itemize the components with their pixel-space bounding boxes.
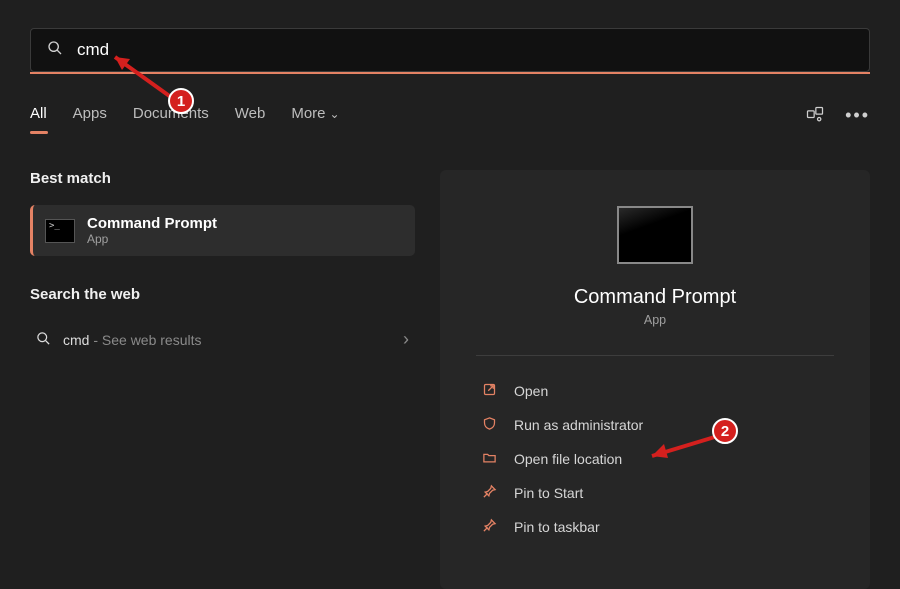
tab-web[interactable]: Web: [235, 105, 266, 130]
action-open[interactable]: Open: [476, 374, 834, 408]
results-column: Best match Command Prompt App Search the…: [30, 170, 415, 358]
top-right-icons: •••: [805, 105, 870, 130]
best-match-title: Command Prompt: [87, 215, 217, 232]
divider: [476, 355, 834, 356]
search-web-heading: Search the web: [30, 286, 415, 303]
tab-all[interactable]: All: [30, 105, 47, 130]
annotation-badge-2: 2: [712, 418, 738, 444]
action-open-label: Open: [514, 383, 548, 399]
web-result-text: cmd - See web results: [63, 332, 202, 348]
detail-subtitle: App: [476, 313, 834, 327]
more-options-icon[interactable]: •••: [845, 105, 870, 130]
chevron-down-icon: ⌄: [330, 107, 340, 121]
best-match-subtitle: App: [87, 232, 217, 246]
detail-title: Command Prompt: [476, 286, 834, 309]
search-icon: [47, 40, 63, 61]
web-result-suffix: - See web results: [89, 332, 201, 348]
web-result-row[interactable]: cmd - See web results ›: [30, 321, 415, 358]
action-run-admin-label: Run as administrator: [514, 417, 643, 433]
tab-more-label: More: [291, 105, 325, 122]
action-pin-start-label: Pin to Start: [514, 485, 583, 501]
folder-icon: [480, 450, 498, 468]
search-input[interactable]: [77, 40, 853, 60]
best-match-result[interactable]: Command Prompt App: [30, 205, 415, 256]
pin-icon: [480, 484, 498, 502]
search-icon: [36, 331, 51, 349]
quick-search-icon[interactable]: [805, 105, 825, 130]
annotation-badge-1: 1: [168, 88, 194, 114]
detail-panel: Command Prompt App Open Run as administr…: [440, 170, 870, 589]
action-pin-to-start[interactable]: Pin to Start: [476, 476, 834, 510]
command-prompt-icon: [45, 219, 75, 243]
action-pin-taskbar-label: Pin to taskbar: [514, 519, 600, 535]
action-pin-to-taskbar[interactable]: Pin to taskbar: [476, 510, 834, 544]
open-icon: [480, 382, 498, 400]
shield-icon: [480, 416, 498, 434]
action-open-loc-label: Open file location: [514, 451, 622, 467]
web-result-query: cmd: [63, 332, 89, 348]
pin-icon: [480, 518, 498, 536]
tab-more[interactable]: More ⌄: [291, 105, 339, 130]
chevron-right-icon: ›: [403, 329, 409, 350]
best-match-text: Command Prompt App: [87, 215, 217, 246]
best-match-heading: Best match: [30, 170, 415, 187]
command-prompt-large-icon: [617, 206, 693, 264]
